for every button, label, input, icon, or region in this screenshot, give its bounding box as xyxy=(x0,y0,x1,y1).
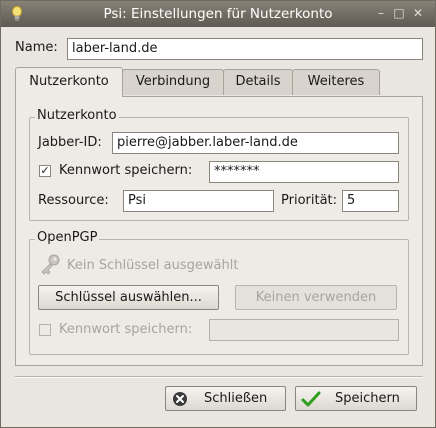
maximize-icon[interactable]: □ xyxy=(392,6,406,20)
name-field[interactable]: laber-land.de xyxy=(67,38,423,60)
password-field[interactable]: ******* xyxy=(209,161,399,183)
no-key-selected-text: Kein Schlüssel ausgewählt xyxy=(67,258,239,273)
save-password-label[interactable]: Kennwort speichern: xyxy=(59,163,192,178)
tab-details[interactable]: Details xyxy=(223,69,293,95)
select-key-button[interactable]: Schlüssel auswählen... xyxy=(38,285,219,310)
minimize-icon[interactable]: – xyxy=(374,6,388,20)
account-settings-window: Psi: Einstellungen für Nutzerkonto – □ ✕… xyxy=(0,0,436,428)
close-icon[interactable]: ✕ xyxy=(411,6,425,20)
account-group-title: Nutzerkonto xyxy=(35,108,119,123)
close-button-label: Schließen xyxy=(204,391,268,406)
priority-field[interactable]: 5 xyxy=(342,190,399,212)
passphrase-field[interactable] xyxy=(209,319,399,341)
checkmark-icon xyxy=(301,391,321,407)
tab-verbindung[interactable]: Verbindung xyxy=(122,69,224,95)
save-passphrase-label[interactable]: Kennwort speichern: xyxy=(59,322,192,337)
resource-field[interactable]: Psi xyxy=(123,190,274,212)
name-label: Name: xyxy=(15,40,58,55)
close-circle-icon xyxy=(173,392,187,406)
jid-label: Jabber-ID: xyxy=(38,135,102,150)
save-password-checkbox[interactable]: ✓ xyxy=(39,165,51,177)
jid-field[interactable]: pierre@jabber.laber-land.de xyxy=(112,132,399,154)
priority-label: Priorität: xyxy=(281,193,338,208)
close-button[interactable]: Schließen xyxy=(165,386,286,411)
tab-weiteres[interactable]: Weiteres xyxy=(292,69,380,95)
key-icon xyxy=(41,254,60,275)
openpgp-group-title: OpenPGP xyxy=(35,230,100,245)
dont-use-key-button[interactable]: Keinen verwenden xyxy=(235,285,397,310)
save-button-label: Speichern xyxy=(335,391,400,406)
window-title: Psi: Einstellungen für Nutzerkonto xyxy=(103,6,333,22)
tab-nutzerkonto[interactable]: Nutzerkonto xyxy=(15,67,123,97)
save-button[interactable]: Speichern xyxy=(295,386,417,411)
save-passphrase-checkbox[interactable] xyxy=(39,324,51,336)
resource-label: Ressource: xyxy=(38,193,109,208)
title-bar[interactable]: Psi: Einstellungen für Nutzerkonto – □ ✕ xyxy=(1,1,435,27)
footer-separator xyxy=(15,376,423,378)
